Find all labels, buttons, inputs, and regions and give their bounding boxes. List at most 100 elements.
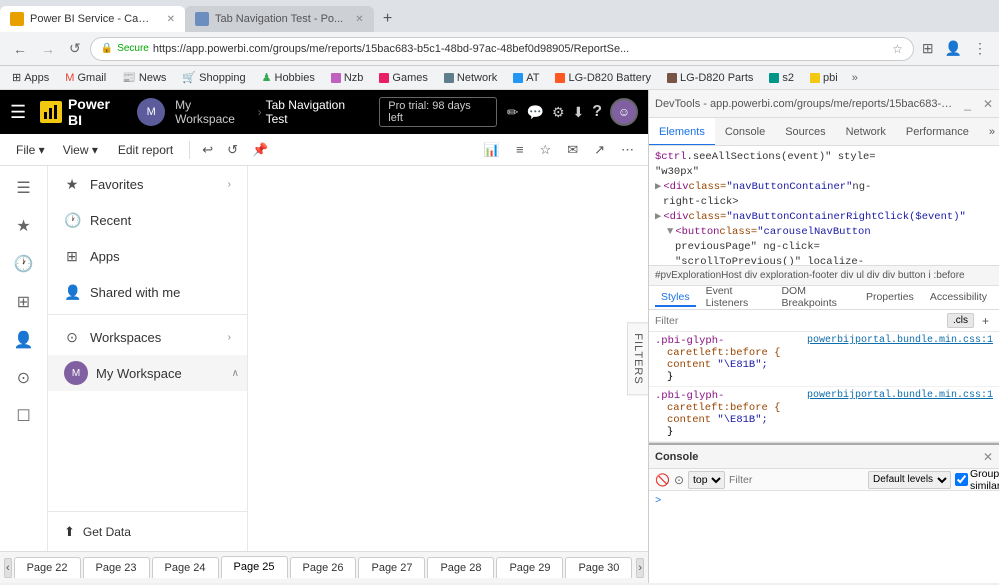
- user-avatar-circle[interactable]: ☺: [610, 98, 638, 126]
- devtools-tab-network[interactable]: Network: [836, 118, 896, 146]
- console-context-select[interactable]: top: [688, 471, 725, 489]
- bookmark-shopping[interactable]: 🛒 Shopping: [178, 69, 249, 86]
- edit-report-btn[interactable]: Edit report: [108, 139, 183, 161]
- bookmark-pbi[interactable]: pbi: [806, 70, 842, 86]
- bookmark-lg-parts[interactable]: LG-D820 Parts: [663, 70, 757, 86]
- filters-tab[interactable]: FILTERS: [627, 322, 648, 395]
- bookmark-s2[interactable]: s2: [765, 70, 798, 86]
- pbi-user-avatar[interactable]: M: [137, 98, 165, 126]
- devtools-tab-more[interactable]: »: [979, 118, 999, 146]
- nav-shared[interactable]: 👤 Shared with me: [48, 274, 247, 310]
- bookmark-lg-battery[interactable]: LG-D820 Battery: [551, 70, 655, 86]
- devtools-tab-performance[interactable]: Performance: [896, 118, 979, 146]
- bookmark-games[interactable]: Games: [375, 70, 431, 86]
- devtools-tab-console[interactable]: Console: [715, 118, 775, 146]
- styles-tab-event[interactable]: Event Listeners: [700, 283, 772, 313]
- get-data[interactable]: ⬆ Get Data: [48, 511, 247, 551]
- settings-icon[interactable]: ⚙: [552, 104, 565, 121]
- share-icon[interactable]: ↗: [588, 138, 611, 162]
- styles-tab-accessibility[interactable]: Accessibility: [924, 289, 993, 307]
- clear-console-icon[interactable]: 🚫: [655, 473, 670, 487]
- console-close-btn[interactable]: ✕: [983, 450, 993, 464]
- new-tab-btn[interactable]: +: [374, 6, 402, 32]
- filter-cls-btn[interactable]: .cls: [947, 313, 974, 328]
- star-icon[interactable]: ☆: [892, 42, 903, 56]
- refresh-icon[interactable]: ↺: [221, 138, 244, 162]
- page-tab-25[interactable]: Page 25: [221, 556, 288, 579]
- page-tab-29[interactable]: Page 29: [496, 557, 563, 578]
- devtools-close-icon[interactable]: ✕: [983, 97, 993, 111]
- page-tab-27[interactable]: Page 27: [358, 557, 425, 578]
- devtools-minimize-icon[interactable]: _: [964, 97, 971, 111]
- page-tab-26[interactable]: Page 26: [290, 557, 357, 578]
- bookmark-icon[interactable]: ⋮: [969, 38, 991, 59]
- back-btn[interactable]: ←: [8, 38, 32, 60]
- star-menu-icon[interactable]: ☆: [534, 138, 558, 162]
- browser-tab-2[interactable]: Tab Navigation Test - Po... ✕: [185, 6, 374, 32]
- sidebar-shared[interactable]: 👤: [6, 322, 42, 358]
- hamburger-menu[interactable]: ☰: [10, 102, 26, 123]
- console-input[interactable]: [672, 495, 990, 507]
- lines-icon[interactable]: ≡: [510, 138, 530, 162]
- page-tab-24[interactable]: Page 24: [152, 557, 219, 578]
- bookmark-nzb[interactable]: Nzb: [327, 70, 368, 86]
- page-tab-22[interactable]: Page 22: [14, 557, 81, 578]
- extensions-icon[interactable]: ⊞: [918, 38, 938, 59]
- styles-tab-dom[interactable]: DOM Breakpoints: [775, 283, 856, 313]
- console-settings-icon[interactable]: ⊙: [674, 473, 684, 487]
- styles-filter-input[interactable]: [655, 312, 943, 330]
- nav-recent[interactable]: 🕐 Recent: [48, 202, 247, 238]
- reload-btn[interactable]: ↺: [64, 37, 86, 60]
- css-rule2-source[interactable]: powerbijportal.bundle.min.css:1: [807, 390, 993, 401]
- forward-btn[interactable]: →: [36, 38, 60, 60]
- console-filter-input[interactable]: [729, 474, 864, 486]
- help-icon[interactable]: ?: [592, 103, 602, 121]
- bookmark-apps[interactable]: ⊞ Apps: [8, 69, 53, 86]
- bookmark-news[interactable]: 📰 News: [118, 69, 170, 86]
- bookmark-gmail[interactable]: M Gmail: [61, 70, 110, 86]
- profile-icon[interactable]: 👤: [941, 38, 966, 59]
- chart-icon[interactable]: 📊: [478, 138, 506, 162]
- sidebar-recent[interactable]: 🕐: [6, 246, 42, 282]
- page-tab-28[interactable]: Page 28: [427, 557, 494, 578]
- sidebar-workspace-square[interactable]: ☐: [6, 398, 42, 434]
- next-page-btn[interactable]: ›: [636, 558, 644, 578]
- css-rule1-source[interactable]: powerbijportal.bundle.min.css:1: [807, 335, 993, 346]
- pin-icon[interactable]: 📌: [246, 138, 274, 162]
- more-icon[interactable]: ⋯: [615, 138, 640, 162]
- edit-icon[interactable]: ✏: [507, 104, 519, 121]
- comment-icon[interactable]: 💬: [527, 104, 544, 121]
- undo-icon[interactable]: ↩: [196, 138, 219, 162]
- mail-icon[interactable]: ✉: [561, 138, 584, 162]
- nav-apps[interactable]: ⊞ Apps: [48, 238, 247, 274]
- sidebar-workspaces[interactable]: ⊙: [6, 360, 42, 396]
- bookmark-network[interactable]: Network: [440, 70, 501, 86]
- devtools-tab-sources[interactable]: Sources: [775, 118, 835, 146]
- prev-page-btn[interactable]: ‹ Previous pages: [4, 558, 12, 578]
- address-bar[interactable]: 🔒 Secure https://app.powerbi.com/groups/…: [90, 37, 914, 61]
- sidebar-apps[interactable]: ⊞: [6, 284, 42, 320]
- nav-favorites[interactable]: ★ Favorites ›: [48, 166, 247, 202]
- browser-tab-1[interactable]: Power BI Service - Can't... ✕: [0, 6, 185, 32]
- nav-my-workspace[interactable]: M My Workspace ∧: [48, 355, 247, 391]
- styles-tab-styles[interactable]: Styles: [655, 289, 696, 307]
- devtools-tab-elements[interactable]: Elements: [649, 118, 715, 146]
- filter-plus-btn[interactable]: +: [978, 313, 993, 329]
- file-menu[interactable]: File ▾: [8, 139, 53, 161]
- view-menu[interactable]: View ▾: [55, 139, 106, 161]
- console-levels-select[interactable]: Default levels: [868, 471, 951, 489]
- sidebar-favorites[interactable]: ★: [6, 208, 42, 244]
- styles-tab-properties[interactable]: Properties: [860, 289, 920, 307]
- sidebar-hamburger[interactable]: ☰: [6, 170, 42, 206]
- bookmark-at[interactable]: AT: [509, 70, 543, 86]
- bookmark-hobbies[interactable]: ♟ Hobbies: [258, 69, 319, 86]
- tab1-close[interactable]: ✕: [167, 14, 175, 25]
- page-tab-30[interactable]: Page 30: [565, 557, 632, 578]
- tab2-close[interactable]: ✕: [355, 14, 363, 25]
- page-tab-23[interactable]: Page 23: [83, 557, 150, 578]
- breadcrumb-workspace[interactable]: My Workspace: [175, 98, 253, 126]
- console-group-similar-checkbox[interactable]: [955, 473, 968, 486]
- nav-workspaces[interactable]: ⊙ Workspaces ›: [48, 319, 247, 355]
- bookmarks-more[interactable]: »: [852, 72, 858, 84]
- download-icon[interactable]: ⬇: [573, 104, 585, 121]
